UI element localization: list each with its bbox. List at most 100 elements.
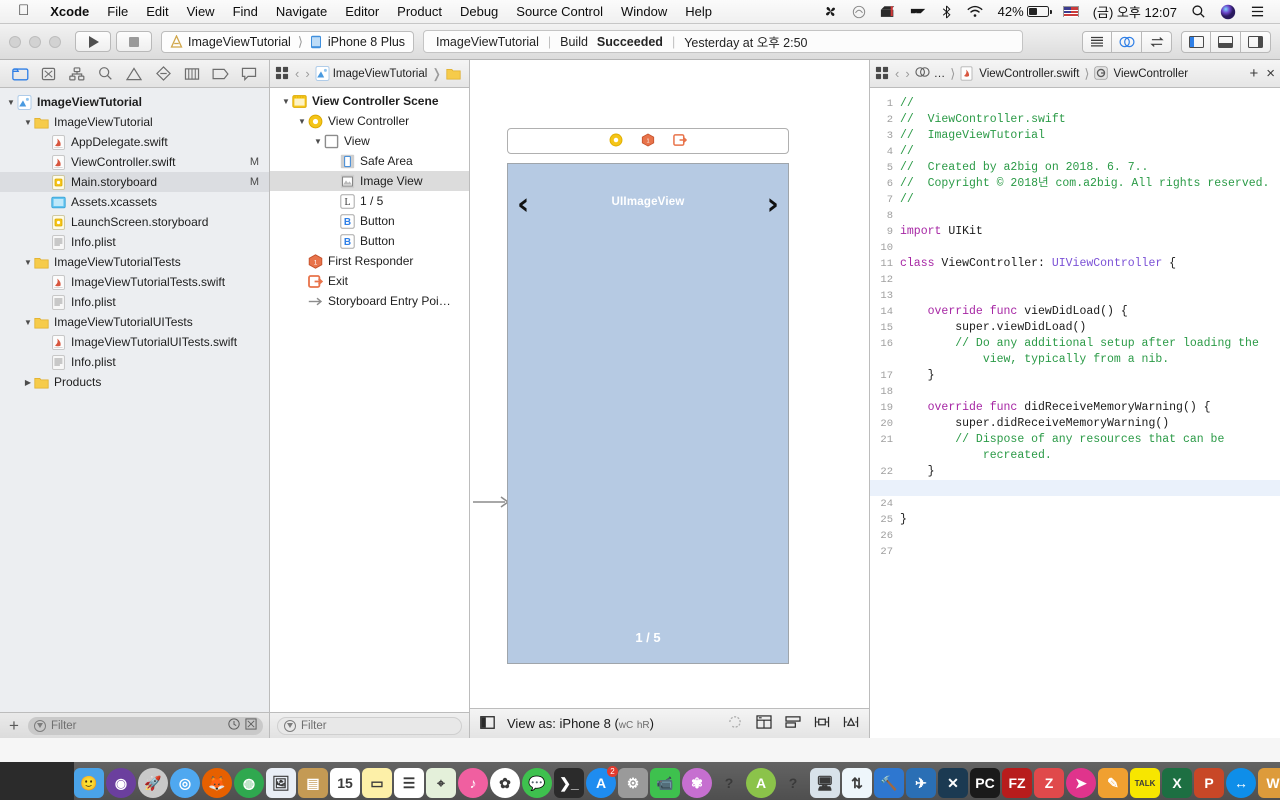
disclosure-triangle-down[interactable]: ▼ bbox=[22, 258, 34, 267]
editor-crumb-2[interactable]: ViewController bbox=[1113, 68, 1188, 80]
spotlight-search-icon[interactable] bbox=[1184, 4, 1213, 19]
project-file-row[interactable]: ImageViewTutorialUITests.swift bbox=[0, 332, 269, 352]
add-editor-button[interactable]: + bbox=[1249, 66, 1258, 81]
debug-area-toggle-button[interactable] bbox=[1211, 30, 1241, 53]
find-navigator-tab[interactable] bbox=[95, 64, 117, 84]
assistant-editor-button[interactable] bbox=[1112, 30, 1142, 53]
related-items-icon-editor[interactable] bbox=[875, 66, 890, 81]
dock-icon-zeplin[interactable]: Z bbox=[1034, 768, 1064, 798]
version-editor-button[interactable] bbox=[1142, 30, 1172, 53]
stop-button[interactable] bbox=[116, 31, 152, 52]
outline-row[interactable]: ▼ View Controller bbox=[270, 111, 469, 131]
transmit-icon[interactable] bbox=[903, 5, 934, 18]
code-line[interactable]: // ImageViewTutorial bbox=[900, 128, 1280, 144]
panel-toggle-segmented-control[interactable] bbox=[1181, 30, 1271, 53]
dock-icon-itunes[interactable]: ♪ bbox=[458, 768, 488, 798]
editor-mode-segmented-control[interactable] bbox=[1082, 30, 1172, 53]
update-frames-icon[interactable] bbox=[727, 715, 743, 732]
bluetooth-icon[interactable] bbox=[934, 5, 959, 19]
code-line[interactable]: view, typically from a nib. bbox=[900, 352, 1280, 368]
input-source-flag-icon[interactable] bbox=[1056, 6, 1086, 17]
source-control-filter-icon[interactable] bbox=[245, 718, 257, 733]
dock-icon-transfer[interactable]: ⇅ bbox=[842, 768, 872, 798]
outline-row[interactable]: B Button bbox=[270, 231, 469, 251]
project-file-row[interactable]: Info.plist bbox=[0, 232, 269, 252]
viewcontroller-dot-icon[interactable] bbox=[609, 133, 623, 150]
dock-icon-powerpoint[interactable]: P bbox=[1194, 768, 1224, 798]
code-line[interactable] bbox=[900, 384, 1280, 400]
test-navigator-tab[interactable] bbox=[152, 64, 174, 84]
code-line[interactable]: import UIKit bbox=[900, 224, 1280, 240]
utilities-toggle-button[interactable] bbox=[1241, 30, 1271, 53]
outline-row[interactable]: B Button bbox=[270, 211, 469, 231]
dock-icon-firefox[interactable]: 🦊 bbox=[202, 768, 232, 798]
disclosure-triangle-down[interactable]: ▼ bbox=[296, 117, 308, 126]
dock-icon-transmit[interactable]: ➤ bbox=[1066, 768, 1096, 798]
project-file-row[interactable]: Assets.xcassets bbox=[0, 192, 269, 212]
disclosure-triangle-down[interactable]: ▼ bbox=[312, 137, 324, 146]
storyboard-breadcrumb[interactable]: ImageViewTutorial❭I...l❭...❭...❭...❭...❭… bbox=[315, 66, 464, 82]
first-responder-icon[interactable]: 1 bbox=[641, 132, 655, 150]
dock-icon-messages[interactable]: 💬 bbox=[522, 768, 552, 798]
dock-icon-android-studio[interactable]: A bbox=[746, 768, 776, 798]
dock-icon-siri[interactable]: ◉ bbox=[106, 768, 136, 798]
dock-icon-contacts[interactable]: ▤ bbox=[298, 768, 328, 798]
recent-files-filter-icon[interactable] bbox=[228, 718, 240, 733]
project-file-row[interactable]: ▼ ImageViewTutorialTests bbox=[0, 252, 269, 272]
dock-icon-calendar[interactable]: 15 bbox=[330, 768, 360, 798]
close-editor-button[interactable]: × bbox=[1266, 66, 1275, 81]
siri-icon[interactable] bbox=[1213, 4, 1243, 20]
menu-item-source-control[interactable]: Source Control bbox=[507, 4, 612, 19]
breadcrumb-item[interactable]: ImageViewTutorial bbox=[315, 66, 427, 81]
project-file-row[interactable]: AppDelegate.swift bbox=[0, 132, 269, 152]
menu-item-navigate[interactable]: Navigate bbox=[267, 4, 336, 19]
dock-icon-system-preferences[interactable]: ⚙ bbox=[618, 768, 648, 798]
align-icon[interactable] bbox=[785, 715, 801, 732]
code-line[interactable] bbox=[900, 240, 1280, 256]
dock-icon-safari[interactable]: ◎ bbox=[170, 768, 200, 798]
dock-icon-reminders[interactable]: ☰ bbox=[394, 768, 424, 798]
project-file-row[interactable]: Info.plist bbox=[0, 292, 269, 312]
dock-icon-photos[interactable]: ✿ bbox=[490, 768, 520, 798]
issue-navigator-tab[interactable] bbox=[123, 64, 145, 84]
battery-status[interactable]: 42% bbox=[991, 4, 1056, 19]
code-line[interactable]: super.viewDidLoad() bbox=[900, 320, 1280, 336]
window-traffic-lights[interactable] bbox=[9, 35, 75, 48]
add-file-button[interactable]: + bbox=[6, 717, 22, 734]
outline-row[interactable]: Image View bbox=[270, 171, 469, 191]
code-line[interactable]: } bbox=[900, 464, 1280, 480]
code-line[interactable]: super.didReceiveMemoryWarning() bbox=[900, 416, 1280, 432]
jump-bar-back-button[interactable]: ‹ bbox=[294, 66, 300, 81]
code-line[interactable]: // Created by a2big on 2018. 6. 7.. bbox=[900, 160, 1280, 176]
code-line[interactable]: recreated. bbox=[900, 448, 1280, 464]
code-line[interactable] bbox=[900, 496, 1280, 512]
code-line[interactable]: class ViewController: UIViewController { bbox=[900, 256, 1280, 272]
code-line[interactable] bbox=[900, 208, 1280, 224]
menu-item-editor[interactable]: Editor bbox=[336, 4, 388, 19]
code-line[interactable]: // Dispose of any resources that can be bbox=[900, 432, 1280, 448]
code-line[interactable] bbox=[900, 528, 1280, 544]
view-as-label[interactable]: View as: iPhone 8 (wC hR) bbox=[507, 716, 654, 731]
editor-crumb-0[interactable]: … bbox=[934, 68, 946, 80]
fan-icon[interactable] bbox=[816, 4, 845, 19]
outline-filter-input[interactable]: Filter bbox=[277, 716, 462, 735]
code-line[interactable] bbox=[900, 544, 1280, 560]
assistant-editor-icon[interactable] bbox=[915, 66, 930, 81]
exit-icon[interactable] bbox=[673, 133, 688, 150]
project-file-row[interactable]: ▶ Products bbox=[0, 372, 269, 392]
disclosure-triangle-down[interactable]: ▼ bbox=[22, 118, 34, 127]
embed-in-icon[interactable] bbox=[756, 715, 772, 732]
project-file-row[interactable]: ▼ ImageViewTutorialUITests bbox=[0, 312, 269, 332]
dock-icon-maps[interactable]: ⌖ bbox=[426, 768, 456, 798]
scheme-selector[interactable]: ImageViewTutorial ⟩ iPhone 8 Plus bbox=[161, 30, 415, 53]
wifi-icon[interactable] bbox=[959, 5, 991, 18]
code-line[interactable]: // ViewController.swift bbox=[900, 112, 1280, 128]
disclosure-triangle-down[interactable]: ▼ bbox=[280, 97, 292, 106]
code-line[interactable] bbox=[900, 272, 1280, 288]
imageview-preview[interactable]: ‹ › UIImageView 1 / 5 bbox=[507, 163, 789, 664]
dock-icon-xcode[interactable]: 🔨 bbox=[874, 768, 904, 798]
jump-bar-forward-button[interactable]: › bbox=[304, 66, 310, 81]
menu-item-file[interactable]: File bbox=[98, 4, 137, 19]
outline-row[interactable]: Safe Area bbox=[270, 151, 469, 171]
outline-row[interactable]: 1 First Responder bbox=[270, 251, 469, 271]
